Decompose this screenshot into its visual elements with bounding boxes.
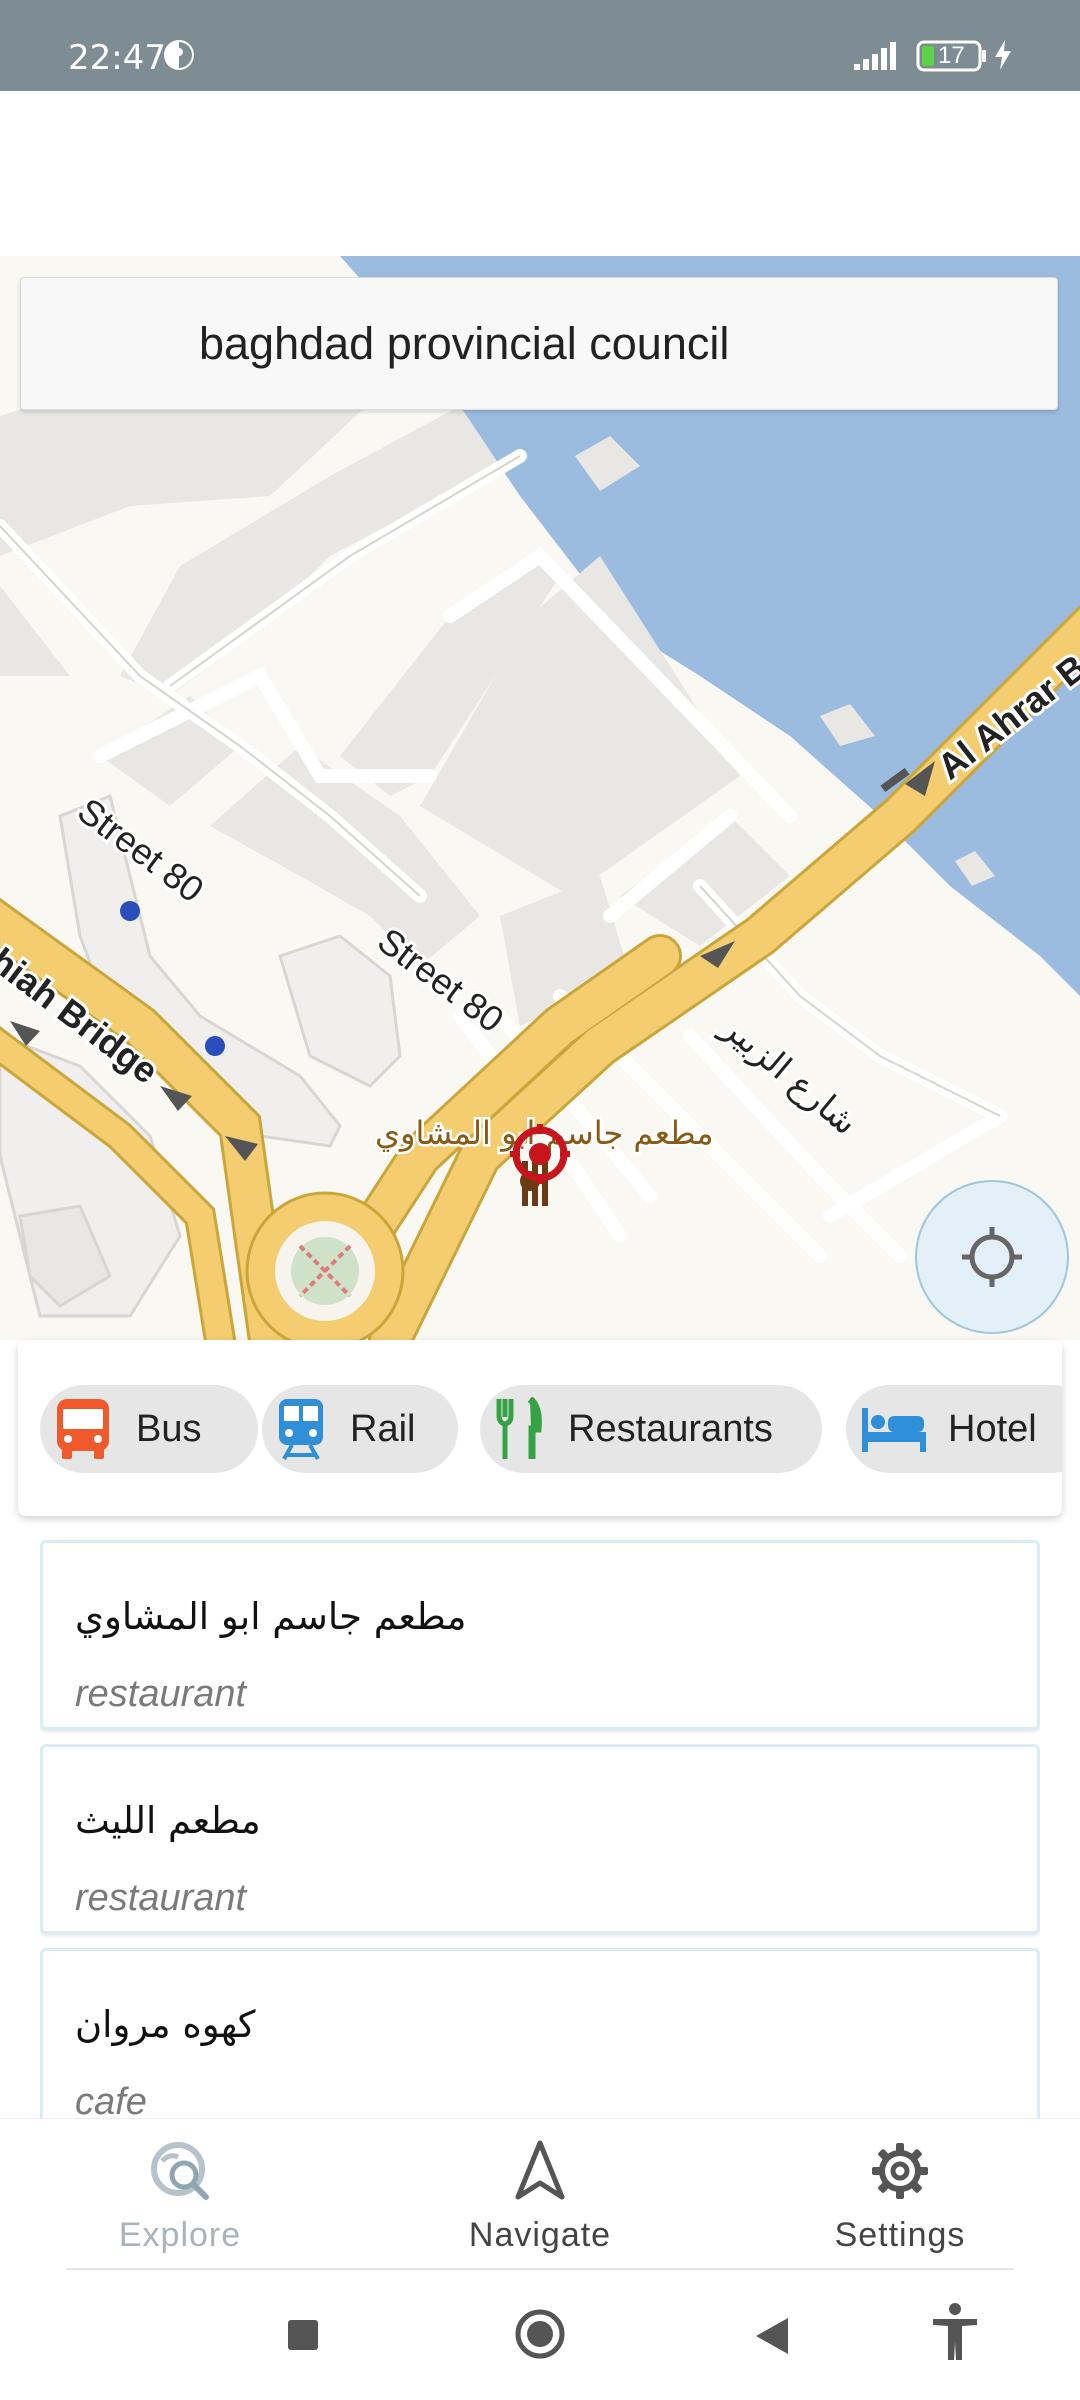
train-icon: [279, 1399, 323, 1460]
chip-restaurants-label: Restaurants: [568, 1407, 773, 1450]
nav-explore[interactable]: Explore: [70, 2139, 290, 2255]
result-card[interactable]: مطعم جاسم ابو المشاوي restaurant: [40, 1540, 1040, 1730]
navigation-arrow-icon: [515, 2140, 565, 2200]
my-location-button[interactable]: [915, 1180, 1069, 1334]
bus-icon: [57, 1399, 109, 1459]
result-name: مطعم جاسم ابو المشاوي: [75, 1595, 467, 1638]
result-kind: restaurant: [75, 1877, 247, 1919]
system-navigation-bar: [0, 2272, 1080, 2400]
back-triangle-icon[interactable]: [754, 2316, 790, 2361]
fork-knife-icon: [496, 1397, 542, 1459]
map-view[interactable]: Street 80 Street 80 hiah Bridge Al Ahrar…: [0, 256, 1080, 1340]
result-kind: restaurant: [75, 1673, 247, 1715]
nav-navigate-label: Navigate: [468, 2216, 612, 2254]
chip-hotel[interactable]: Hotel: [846, 1385, 1062, 1473]
nav-explore-label: Explore: [118, 2216, 242, 2254]
status-bar: 22:47 17: [0, 0, 1080, 91]
accessibility-icon[interactable]: [930, 2302, 980, 2367]
result-name: كهوه مروان: [75, 2003, 256, 2046]
chip-restaurants[interactable]: Restaurants: [480, 1385, 822, 1473]
nav-settings-label: Settings: [834, 2216, 966, 2254]
bottom-navigation: Explore Navigate Settings: [0, 2118, 1080, 2270]
chip-bus-label: Bus: [136, 1407, 202, 1450]
status-time: 22:47: [68, 38, 166, 78]
chip-hotel-label: Hotel: [948, 1407, 1037, 1450]
nav-navigate[interactable]: Navigate: [430, 2139, 650, 2255]
nav-settings[interactable]: Settings: [790, 2139, 1010, 2255]
screen: 22:47 17 Street 80 Street 80 hiah Bridge…: [0, 0, 1080, 2400]
search-query: baghdad provincial council: [199, 318, 730, 369]
charging-icon: [992, 38, 1014, 77]
battery-level: 17: [938, 42, 965, 69]
data-saver-icon: [162, 38, 196, 77]
result-kind: cafe: [75, 2081, 147, 2120]
nav-divider: [66, 2268, 1014, 2270]
explore-icon: [151, 2142, 209, 2200]
result-card[interactable]: كهوه مروان cafe: [40, 1948, 1040, 2120]
result-card[interactable]: مطعم الليث restaurant: [40, 1744, 1040, 1934]
search-box[interactable]: baghdad provincial council: [20, 277, 1058, 410]
results-list: مطعم جاسم ابو المشاوي restaurant مطعم ال…: [40, 1540, 1040, 2120]
bed-icon: [862, 1408, 926, 1452]
home-circle-icon[interactable]: [514, 2308, 566, 2365]
category-chips: Bus Rail Restaurants Hotel: [18, 1340, 1062, 1516]
chip-rail-label: Rail: [350, 1407, 416, 1450]
chip-bus[interactable]: Bus: [40, 1385, 258, 1473]
signal-icon: [852, 38, 902, 77]
crosshair-icon: [962, 1227, 1022, 1287]
result-name: مطعم الليث: [75, 1799, 261, 1842]
chip-rail[interactable]: Rail: [262, 1385, 458, 1473]
gear-icon: [872, 2143, 928, 2199]
recents-square-icon[interactable]: [286, 2318, 320, 2357]
